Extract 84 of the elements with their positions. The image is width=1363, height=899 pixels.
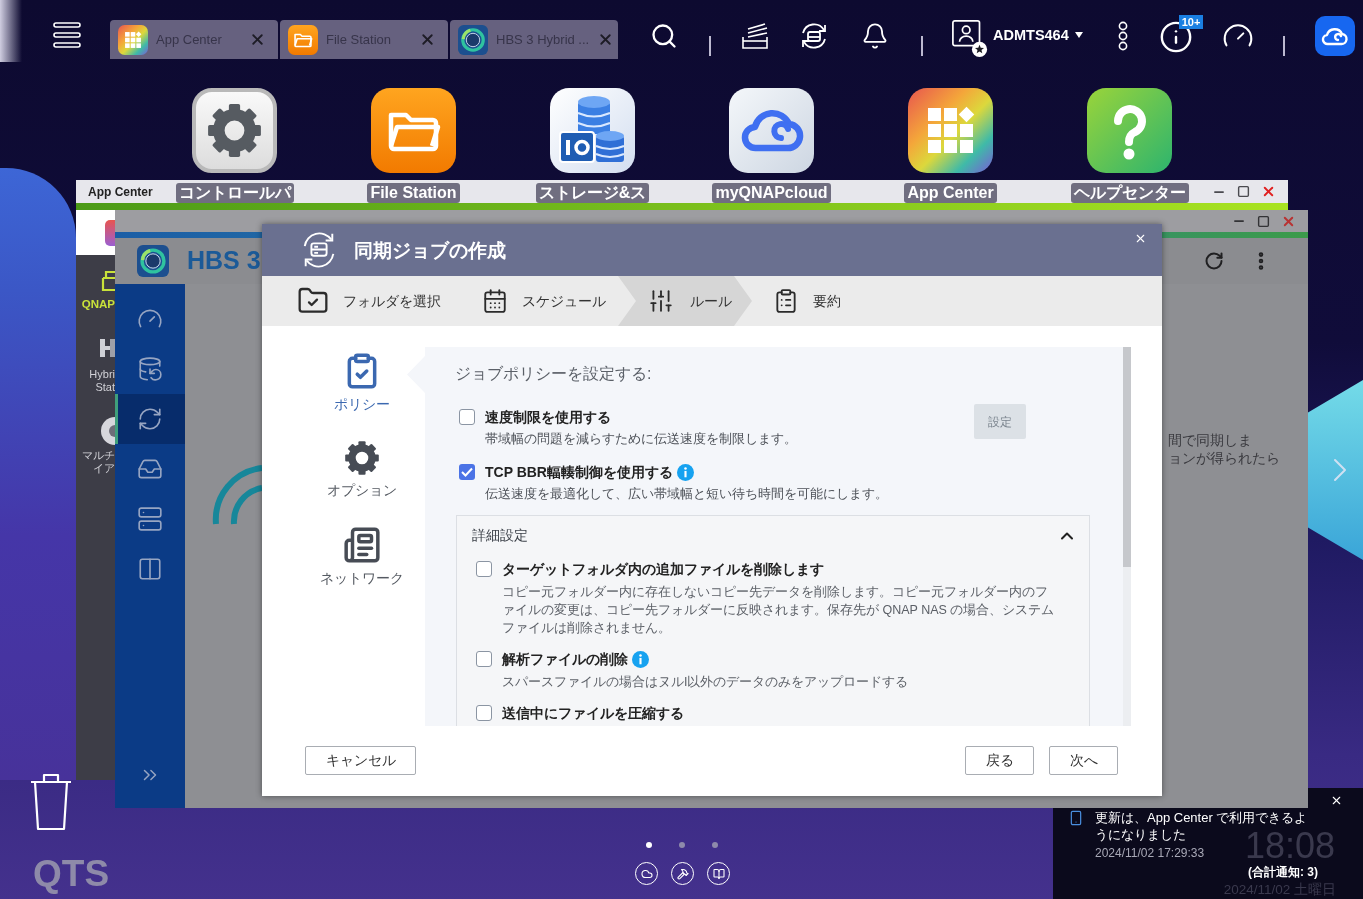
app-label[interactable]: マルチ	[82, 449, 115, 462]
check-icon	[461, 467, 473, 477]
section-title: 詳細設定	[472, 527, 528, 545]
server-icon	[137, 506, 163, 532]
sync-icon	[137, 406, 163, 432]
clipboard-list-icon	[773, 288, 799, 314]
dialog-title: 同期ジョブの作成	[354, 239, 506, 262]
search-icon[interactable]	[650, 22, 678, 50]
step-tab[interactable]: ルール	[618, 276, 752, 326]
brand-text: QTS	[33, 855, 110, 893]
checkbox[interactable]	[459, 409, 475, 425]
scrollbar-thumb[interactable]	[1123, 347, 1131, 567]
app-label[interactable]: イア	[93, 461, 115, 474]
trash-icon[interactable]	[29, 772, 73, 832]
cancel-button[interactable]: キャンセル	[305, 746, 416, 775]
app-label[interactable]: Hybri	[89, 368, 115, 381]
sliders-icon	[648, 288, 674, 314]
scrollbar[interactable]	[1123, 347, 1131, 726]
sidebar-item[interactable]	[115, 394, 185, 444]
folder-icon	[288, 24, 318, 55]
side-nav-item[interactable]: ポリシー	[334, 352, 390, 412]
more-icon[interactable]	[1116, 21, 1129, 51]
app-title: HBS 3	[187, 245, 261, 277]
bell-icon[interactable]	[861, 22, 889, 50]
database-icon[interactable]	[550, 88, 635, 173]
help-icon[interactable]	[1087, 88, 1172, 173]
checkbox[interactable]	[476, 705, 492, 721]
option-label[interactable]: 解析ファイルの削除	[502, 650, 628, 668]
side-nav-item[interactable]: ネットワーク	[320, 526, 404, 586]
step-tab[interactable]: フォルダを選択	[280, 276, 455, 326]
option-label[interactable]: TCP BBR輻輳制御を使用する	[485, 463, 673, 481]
option-label[interactable]: 速度制限を使用する	[485, 408, 611, 426]
settings-icon	[344, 440, 380, 476]
app-grid-icon[interactable]	[908, 88, 993, 173]
logo-icon	[458, 24, 488, 55]
checkbox[interactable]	[476, 651, 492, 667]
next-button[interactable]: 次へ	[1049, 746, 1118, 775]
app-label[interactable]: Stat	[95, 380, 115, 393]
option-description: 伝送速度を最適化して、広い帯域幅と短い待ち時間を可能にします。	[485, 486, 888, 502]
side-nav-item[interactable]: オプション	[327, 440, 397, 498]
back-button[interactable]: 戻る	[965, 746, 1034, 775]
notification-count: (合計通知: 3)	[1248, 865, 1318, 879]
calendar-icon	[482, 288, 508, 314]
option-description: スパースファイルの場合はヌルI以外のデータのみをアップロードする	[502, 674, 910, 691]
cloud-icon[interactable]	[729, 88, 814, 173]
app-logo-icon	[100, 339, 115, 357]
app-icon	[105, 220, 115, 246]
app-grid-icon	[118, 24, 148, 55]
option-description: 帯域幅の問題を減らすために伝送速度を制限します。	[485, 431, 797, 447]
option-description: コピー元フォルダー内に存在しないコピー先データを削除します。コピー元フォルダー内のファイルの変更は、コピー先フォルダーに反映されます。保存先が QNAP NAS の場合、システムファイルは削除されません。	[502, 584, 1056, 637]
notification-badge: 10+	[1178, 15, 1204, 29]
notification-time: 2024/11/02 17:29:33	[1095, 846, 1206, 860]
app-label[interactable]: QNAP	[81, 298, 115, 311]
checkbox[interactable]	[476, 561, 492, 577]
maximize-icon[interactable]	[1257, 214, 1270, 228]
close-icon[interactable]	[1330, 794, 1343, 807]
database-clock-icon	[137, 356, 163, 382]
sync-icon[interactable]	[799, 21, 829, 51]
option-label[interactable]: ターゲットフォルダ内の追加ファイルを削除します	[502, 560, 824, 578]
window-title: App Center	[88, 183, 153, 201]
description-text: 間で同期しま	[1168, 432, 1253, 450]
folder-icon[interactable]	[371, 88, 456, 173]
cloud-icon	[1320, 26, 1349, 46]
cabinet-icon	[137, 556, 163, 582]
refresh-icon[interactable]	[1204, 251, 1224, 271]
logo-icon	[137, 245, 169, 277]
caret-down-icon[interactable]	[1074, 32, 1083, 38]
maximize-icon[interactable]	[1237, 185, 1250, 198]
menu-icon[interactable]	[53, 21, 81, 49]
phone-icon	[1068, 810, 1084, 826]
newspaper-icon	[343, 526, 381, 564]
description-text: ョンが得られたら	[1168, 450, 1280, 468]
user-name[interactable]: ADMTS464	[993, 25, 1069, 47]
option-label[interactable]: 送信中にファイルを圧縮する	[502, 704, 684, 722]
cloud-button[interactable]	[1314, 16, 1355, 56]
checkbox[interactable]	[459, 464, 475, 480]
store-icon	[101, 268, 115, 292]
settings-icon[interactable]	[192, 88, 277, 173]
step-tab[interactable]: スケジュール	[455, 276, 618, 326]
section-heading: ジョブポリシーを設定する:	[455, 364, 653, 384]
tray-stack-icon[interactable]	[741, 22, 769, 50]
user-icon[interactable]	[951, 18, 989, 58]
wallpaper-glow	[0, 0, 22, 62]
step-tab[interactable]: 要約	[752, 276, 872, 326]
